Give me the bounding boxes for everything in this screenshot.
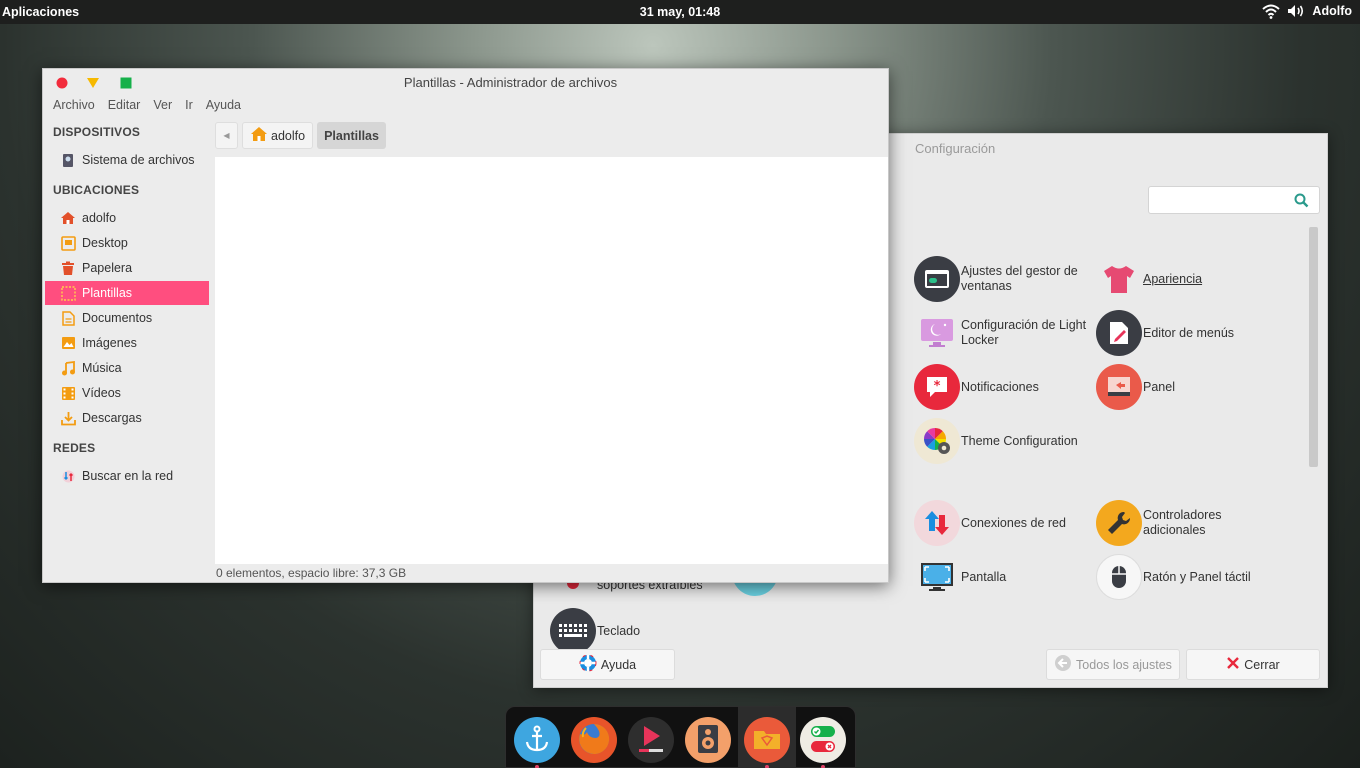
sidebar-item-browse-network[interactable]: Buscar en la red [45,464,209,488]
templates-icon [60,285,76,301]
dock [505,706,856,768]
applications-menu[interactable]: Aplicaciones [2,5,79,19]
sidebar-item-music[interactable]: Música [45,356,209,380]
settings-item-notifications[interactable]: * Notificaciones [914,364,1093,410]
sidebar-item-downloads[interactable]: Descargas [45,406,209,430]
notifications-icon: * [914,364,960,410]
close-icon [1226,656,1240,673]
close-button[interactable]: Cerrar [1186,649,1320,680]
lifebuoy-icon [579,654,597,675]
sidebar-item-desktop[interactable]: Desktop [45,231,209,255]
sidebar-heading-network: REDES [53,441,96,455]
settings-item-window-manager[interactable]: Ajustes del gestor de ventanas [914,256,1093,302]
file-view[interactable] [215,157,888,564]
speaker-icon [697,724,719,757]
menu-ayuda[interactable]: Ayuda [206,98,241,112]
system-tray: Adolfo [1262,3,1352,19]
path-home-button[interactable]: adolfo [242,122,314,149]
shirt-icon [1096,256,1142,302]
top-panel: Aplicaciones 31 may, 01:48 Adolfo [0,0,1360,24]
window-minimize-button[interactable] [86,77,100,89]
sidebar-heading-places: UBICACIONES [53,183,140,197]
sidebar-heading-devices: DISPOSITIVOS [53,125,141,139]
dock-speaker-app[interactable] [685,717,731,763]
mouse-icon [1096,554,1142,600]
settings-item-mouse[interactable]: Ratón y Panel táctil [1096,554,1275,600]
anchor-icon [524,725,550,756]
settings-item-menu-editor[interactable]: Editor de menús [1096,310,1275,356]
path-bar: ◀ adolfo Plantillas [215,122,386,149]
light-locker-icon [914,310,960,356]
menu-editor-icon [1096,310,1142,356]
keyboard-icon [550,608,596,654]
settings-item-network[interactable]: Conexiones de red [914,500,1093,546]
sidebar-item-filesystem[interactable]: Sistema de archivos [45,148,209,172]
settings-item-panel[interactable]: Panel [1096,364,1275,410]
search-icon [1294,193,1309,211]
pictures-icon [60,335,76,351]
wifi-icon[interactable] [1262,3,1281,19]
settings-item-display[interactable]: Pantalla [914,554,1093,600]
dock-file-manager-app[interactable] [744,717,790,763]
menu-editar[interactable]: Editar [108,98,141,112]
settings-title: Configuración [915,141,996,156]
sidebar-item-pictures[interactable]: Imágenes [45,331,209,355]
menu-ver[interactable]: Ver [153,98,172,112]
menu-ir[interactable]: Ir [185,98,193,112]
home-icon [60,210,76,226]
documents-icon [60,310,76,326]
window-maximize-button[interactable] [120,77,132,89]
trash-icon [60,260,76,276]
sidebar-item-templates[interactable]: Plantillas [45,281,209,305]
network-arrows-icon [914,500,960,546]
settings-item-keyboard[interactable]: Teclado [550,608,729,654]
sidebar-item-home[interactable]: adolfo [45,206,209,230]
window-title: Plantillas - Administrador de archivos [403,75,618,90]
home-icon [250,126,268,145]
theme-config-icon [914,418,960,464]
clock[interactable]: 31 may, 01:48 [640,5,720,19]
settings-item-appearance[interactable]: Apariencia [1096,256,1275,302]
settings-item-drivers[interactable]: Controladores adicionales [1096,500,1275,546]
window-manager-icon [914,256,960,302]
videos-icon [60,385,76,401]
media-player-icon [637,724,665,757]
drive-icon [60,152,76,168]
display-icon [914,554,960,600]
dock-settings-app[interactable] [800,717,846,763]
file-manager-icon [752,727,782,754]
path-current-button[interactable]: Plantillas [317,122,386,149]
settings-item-light-locker[interactable]: Configuración de Light Locker [914,310,1093,356]
settings-scrollbar[interactable] [1309,227,1318,467]
settings-search-input[interactable] [1148,186,1320,214]
path-back-button[interactable]: ◀ [215,122,238,149]
menu-archivo[interactable]: Archivo [53,98,95,112]
music-icon [60,360,76,376]
sidebar-item-videos[interactable]: Vídeos [45,381,209,405]
sidebar-item-documents[interactable]: Documentos [45,306,209,330]
settings-toggle-icon [807,723,839,758]
downloads-icon [60,410,76,426]
dock-firefox-app[interactable] [571,717,617,763]
dock-anchor-app[interactable] [514,717,560,763]
volume-icon[interactable] [1286,3,1306,19]
window-close-button[interactable] [56,77,68,89]
sidebar-item-trash[interactable]: Papelera [45,256,209,280]
svg-text:*: * [934,379,941,394]
all-settings-button[interactable]: Todos los ajustes [1046,649,1180,680]
file-manager-window: Plantillas - Administrador de archivos A… [42,68,889,583]
status-bar: 0 elementos, espacio libre: 37,3 GB [216,566,407,580]
wrench-icon [1096,500,1142,546]
dock-media-player-app[interactable] [628,717,674,763]
help-button[interactable]: Ayuda [540,649,675,680]
menu-bar: Archivo Editar Ver Ir Ayuda [53,98,241,112]
firefox-icon [577,722,611,759]
panel-icon [1096,364,1142,410]
network-icon [60,468,76,484]
user-menu[interactable]: Adolfo [1312,4,1352,18]
back-arrow-icon [1054,654,1072,675]
settings-item-theme[interactable]: Theme Configuration [914,418,1093,464]
desktop-icon [60,235,76,251]
